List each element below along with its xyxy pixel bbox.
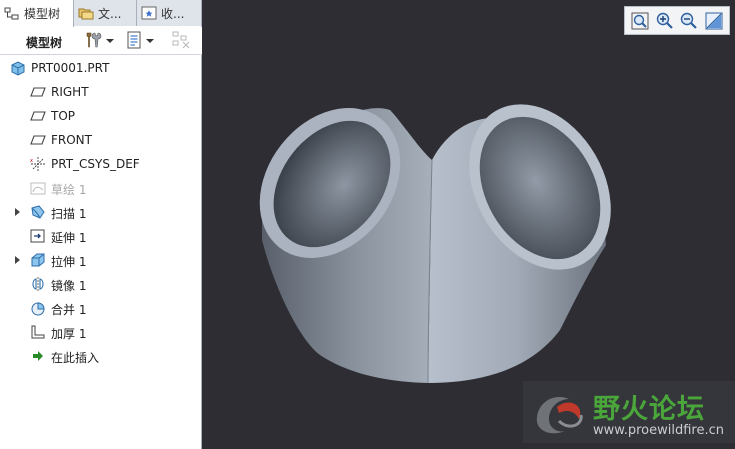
- watermark-title: 野火论坛: [593, 394, 705, 425]
- datum-plane-icon: [30, 84, 46, 100]
- sketch-icon: [30, 180, 46, 196]
- watermark-url: www.proewildfire.cn: [593, 423, 724, 438]
- zoom-out-icon: [679, 12, 699, 34]
- model-tree-toolbar: 模型树: [0, 27, 202, 55]
- svg-text:x: x: [30, 158, 33, 164]
- zoom-in-icon: [655, 12, 675, 34]
- tab-model-tree-label: 模型树: [24, 7, 61, 21]
- tree-item-label: 镜像 1: [51, 279, 87, 293]
- tab-files[interactable]: 文...: [74, 0, 137, 26]
- filter-button[interactable]: [171, 31, 191, 51]
- tab-files-label: 文...: [98, 6, 122, 21]
- watermark: 野火论坛 www.proewildfire.cn: [523, 381, 735, 443]
- datum-plane-icon: [30, 132, 46, 148]
- extend-icon: [30, 228, 46, 244]
- folder-icon: [78, 5, 94, 21]
- tree-item[interactable]: 加厚 1: [0, 321, 201, 343]
- tree-root-item[interactable]: PRT0001.PRT: [0, 57, 201, 79]
- tree-item[interactable]: 扫描 1: [0, 201, 201, 223]
- tree-item[interactable]: 镜像 1: [0, 273, 201, 295]
- tree-item-label: 合并 1: [51, 303, 87, 317]
- insert-here-icon: [30, 348, 46, 364]
- tree-item[interactable]: 延伸 1: [0, 225, 201, 247]
- zoom-in-button[interactable]: [655, 11, 675, 31]
- tree-item-label: 拉伸 1: [51, 255, 87, 269]
- tools-icon: [84, 31, 102, 52]
- tree-item-label: 扫描 1: [51, 207, 87, 221]
- settings-dropdown-button[interactable]: [84, 31, 114, 51]
- model-tree-panel: 模型树 文... 收... 模型树 PRT0001.PRT RIGHT TOP …: [0, 0, 202, 449]
- tree-item-label: 加厚 1: [51, 327, 87, 341]
- sweep-icon: [30, 204, 46, 220]
- part-icon: [10, 60, 26, 76]
- model-tree-icon: [4, 6, 20, 22]
- refit-icon: [630, 12, 650, 34]
- tree-item[interactable]: 合并 1: [0, 297, 201, 319]
- expand-arrow-icon[interactable]: [15, 256, 20, 264]
- tab-favorites[interactable]: 收...: [137, 0, 202, 26]
- extrude-icon: [30, 252, 46, 268]
- show-dropdown-button[interactable]: [126, 31, 154, 51]
- tree-item-label: TOP: [51, 109, 76, 123]
- chevron-down-icon: [106, 39, 114, 43]
- tree-item-label: PRT_CSYS_DEF: [51, 157, 140, 171]
- repaint-button[interactable]: [704, 11, 724, 31]
- tree-item-label: 草绘 1: [51, 183, 87, 197]
- tree-item[interactable]: x PRT_CSYS_DEF: [0, 153, 201, 175]
- tree-item[interactable]: FRONT: [0, 129, 201, 151]
- tree-root-label: PRT0001.PRT: [31, 61, 110, 75]
- wye-pipe-model: [259, 104, 611, 384]
- expand-arrow-icon[interactable]: [15, 208, 20, 216]
- list-icon: [126, 31, 142, 52]
- tree-filter-icon: [171, 30, 191, 53]
- datum-plane-icon: [30, 108, 46, 124]
- watermark-logo-icon: [529, 387, 589, 442]
- thicken-icon: [30, 324, 46, 340]
- view-toolbar: [624, 6, 730, 35]
- repaint-icon: [704, 12, 724, 34]
- tree-item[interactable]: 拉伸 1: [0, 249, 201, 271]
- tab-favorites-label: 收...: [161, 6, 185, 21]
- tree-item[interactable]: 在此插入: [0, 345, 201, 367]
- tab-model-tree[interactable]: 模型树: [0, 0, 74, 27]
- chevron-down-icon: [146, 39, 154, 43]
- tree-item-label: 在此插入: [51, 351, 100, 365]
- tree-item[interactable]: RIGHT: [0, 81, 201, 103]
- mirror-icon: [30, 276, 46, 292]
- panel-tab-strip: 模型树 文... 收...: [0, 0, 202, 27]
- refit-button[interactable]: [630, 11, 650, 31]
- tree-item-label: 延伸 1: [51, 231, 87, 245]
- tree-item[interactable]: TOP: [0, 105, 201, 127]
- coordinate-system-icon: x: [30, 156, 46, 172]
- zoom-out-button[interactable]: [679, 11, 699, 31]
- tree-item-label: RIGHT: [51, 85, 89, 99]
- favorites-icon: [141, 5, 157, 21]
- tree-item[interactable]: 草绘 1: [0, 177, 201, 199]
- tree-item-label: FRONT: [51, 133, 92, 147]
- merge-icon: [30, 300, 46, 316]
- panel-title: 模型树: [26, 36, 63, 50]
